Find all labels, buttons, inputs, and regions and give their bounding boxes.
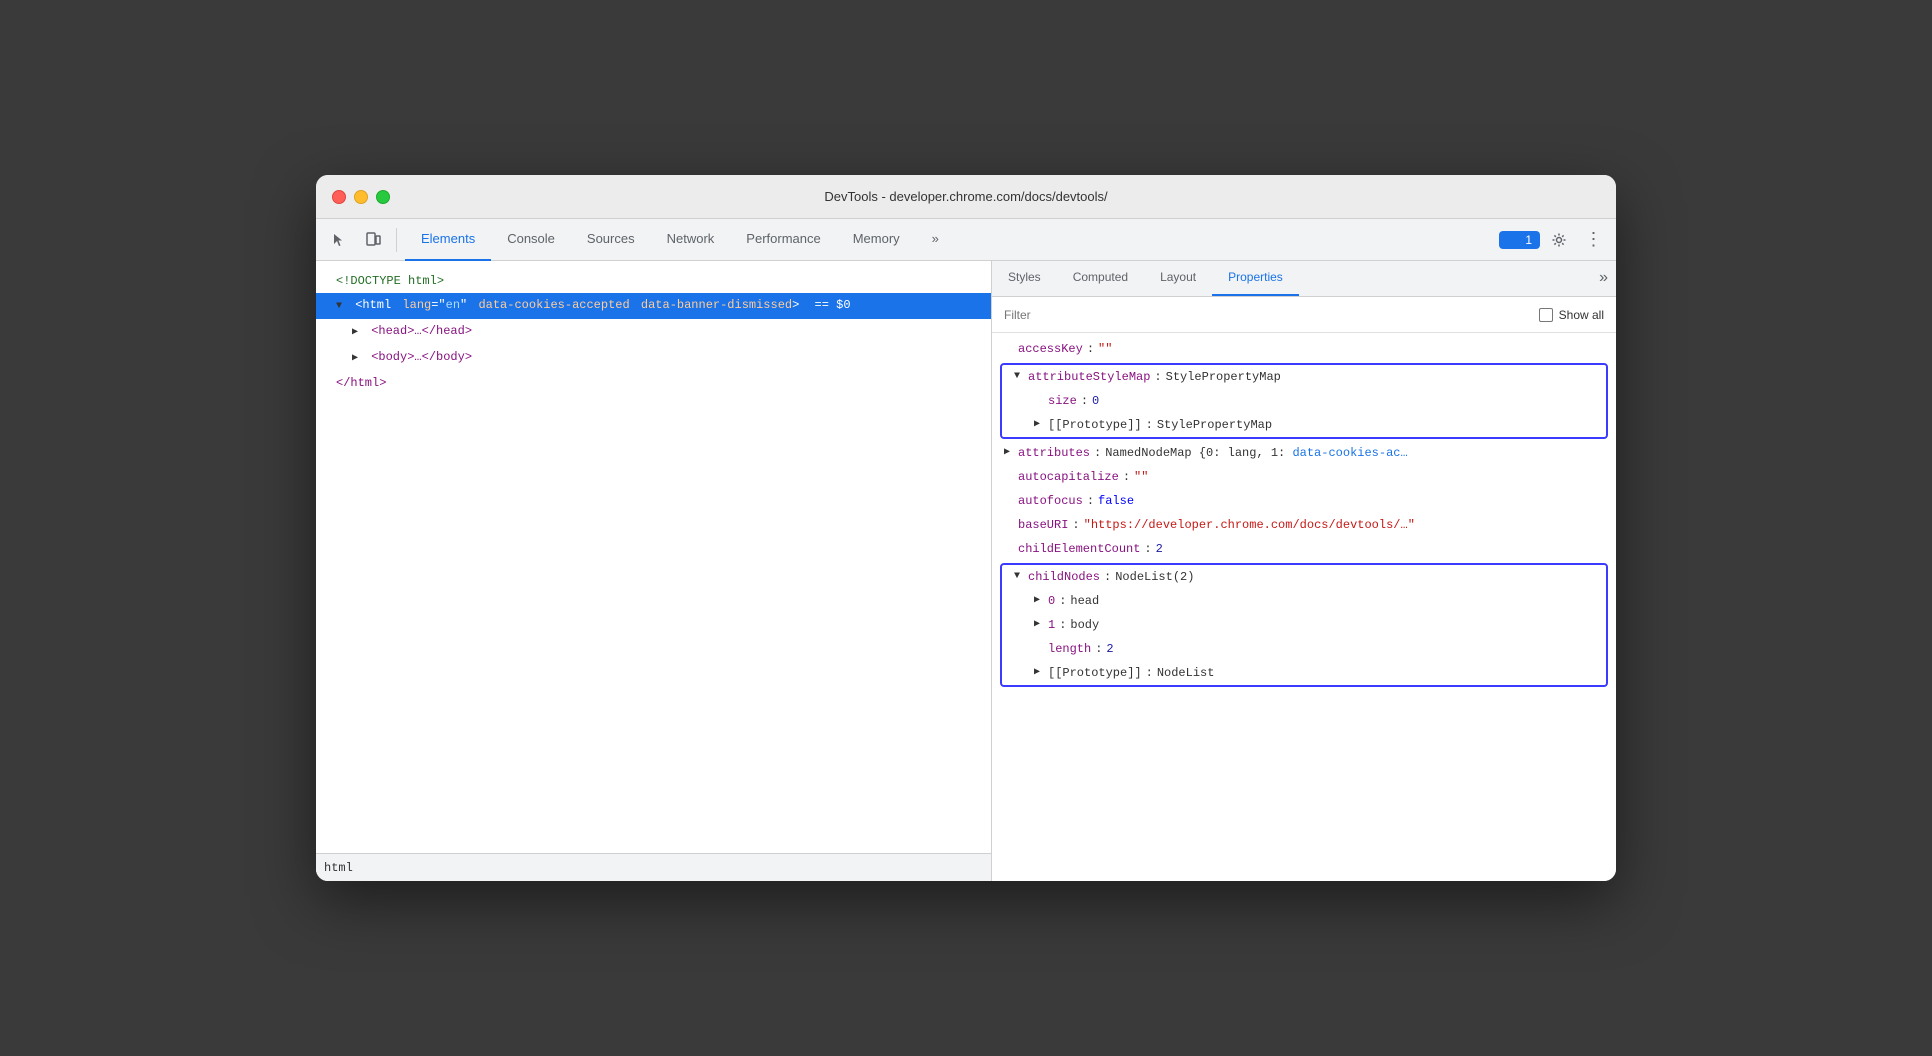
prop-baseuri: ▶ baseURI : "https://developer.chrome.co… [992, 513, 1616, 537]
prop-attributes[interactable]: ▶ attributes : NamedNodeMap {0: lang, 1:… [992, 441, 1616, 465]
childnodes-arrow[interactable]: ▼ [1014, 567, 1028, 587]
tab-elements[interactable]: Elements [405, 219, 491, 261]
prop-childnode-1[interactable]: ▶ 1 : body [1002, 613, 1606, 637]
properties-list: ▶ accessKey : "" ▼ attributeStyleMap : S… [992, 333, 1616, 881]
tab-network[interactable]: Network [651, 219, 731, 261]
cursor-icon [331, 232, 347, 248]
notification-badge[interactable]: 1 [1499, 231, 1540, 249]
tab-computed[interactable]: Computed [1057, 260, 1144, 296]
tab-layout[interactable]: Layout [1144, 260, 1212, 296]
right-panel: Styles Computed Layout Properties » Sh [992, 261, 1616, 881]
prop-attributestylemap[interactable]: ▼ attributeStyleMap : StylePropertyMap [1002, 365, 1606, 389]
prop-size: ▶ size : 0 [1002, 389, 1606, 413]
tab-properties[interactable]: Properties [1212, 260, 1299, 296]
prop-accesskey: ▶ accessKey : "" [992, 337, 1616, 361]
more-options-button[interactable]: ⋮ [1578, 225, 1608, 255]
childnodes-group: ▼ childNodes : NodeList(2) ▶ 0 : head ▶ … [1000, 563, 1608, 687]
traffic-lights [332, 190, 390, 204]
childnode-0-arrow[interactable]: ▶ [1034, 591, 1048, 611]
tab-memory[interactable]: Memory [837, 219, 916, 261]
dom-breadcrumb: html [316, 853, 991, 881]
prop-childelementcount: ▶ childElementCount : 2 [992, 537, 1616, 561]
prop-length: ▶ length : 2 [1002, 637, 1606, 661]
tab-sources[interactable]: Sources [571, 219, 651, 261]
show-all-checkbox[interactable] [1539, 308, 1553, 322]
prop-prototype-nodelist[interactable]: ▶ [[Prototype]] : NodeList [1002, 661, 1606, 685]
prop-autocapitalize: ▶ autocapitalize : "" [992, 465, 1616, 489]
nodelist-prototype-arrow[interactable]: ▶ [1034, 663, 1048, 683]
doctype-line: <!DOCTYPE html> [316, 269, 991, 293]
prop-autofocus: ▶ autofocus : false [992, 489, 1616, 513]
right-panel-more-button[interactable]: » [1591, 260, 1616, 296]
show-all-label: Show all [1539, 308, 1604, 322]
dom-panel: <!DOCTYPE html> ▼ <html lang="en" data-c… [316, 261, 992, 881]
device-icon [365, 232, 381, 248]
device-toolbar-button[interactable] [358, 225, 388, 255]
childnode-1-arrow[interactable]: ▶ [1034, 615, 1048, 635]
gear-icon [1551, 232, 1567, 248]
head-arrow[interactable]: ▶ [352, 323, 364, 343]
html-close-line: </html> [316, 371, 991, 395]
tab-more[interactable]: » [916, 219, 955, 261]
devtools-toolbar: Elements Console Sources Network Perform… [316, 219, 1616, 261]
toolbar-right: 1 ⋮ [1499, 225, 1608, 255]
maximize-button[interactable] [376, 190, 390, 204]
devtools-tabs: Elements Console Sources Network Perform… [405, 219, 1495, 261]
cursor-icon-button[interactable] [324, 225, 354, 255]
tab-console[interactable]: Console [491, 219, 571, 261]
window-title: DevTools - developer.chrome.com/docs/dev… [824, 189, 1107, 204]
minimize-button[interactable] [354, 190, 368, 204]
attribute-style-map-group: ▼ attributeStyleMap : StylePropertyMap ▶… [1000, 363, 1608, 439]
body-arrow[interactable]: ▶ [352, 349, 364, 369]
settings-button[interactable] [1544, 225, 1574, 255]
prop-childnode-0[interactable]: ▶ 0 : head [1002, 589, 1606, 613]
right-panel-tabs: Styles Computed Layout Properties » [992, 261, 1616, 297]
attributes-arrow[interactable]: ▶ [1004, 443, 1018, 463]
titlebar: DevTools - developer.chrome.com/docs/dev… [316, 175, 1616, 219]
filter-input[interactable] [1004, 308, 1531, 322]
prop-prototype-stylemap[interactable]: ▶ [[Prototype]] : StylePropertyMap [1002, 413, 1606, 437]
prop-childnodes[interactable]: ▼ childNodes : NodeList(2) [1002, 565, 1606, 589]
attributestylemap-arrow[interactable]: ▼ [1014, 367, 1028, 387]
head-line[interactable]: ▶ <head>…</head> [316, 319, 991, 345]
body-line[interactable]: ▶ <body>…</body> [316, 345, 991, 371]
chat-icon [1507, 233, 1521, 247]
toolbar-divider-1 [396, 228, 397, 252]
tab-performance[interactable]: Performance [730, 219, 836, 261]
prototype-arrow[interactable]: ▶ [1034, 415, 1048, 435]
html-arrow[interactable]: ▼ [336, 297, 348, 317]
devtools-window: DevTools - developer.chrome.com/docs/dev… [316, 175, 1616, 881]
filter-bar: Show all [992, 297, 1616, 333]
html-element-line[interactable]: ▼ <html lang="en" data-cookies-accepted … [316, 293, 991, 319]
tab-styles[interactable]: Styles [992, 260, 1057, 296]
devtools-main: <!DOCTYPE html> ▼ <html lang="en" data-c… [316, 261, 1616, 881]
close-button[interactable] [332, 190, 346, 204]
